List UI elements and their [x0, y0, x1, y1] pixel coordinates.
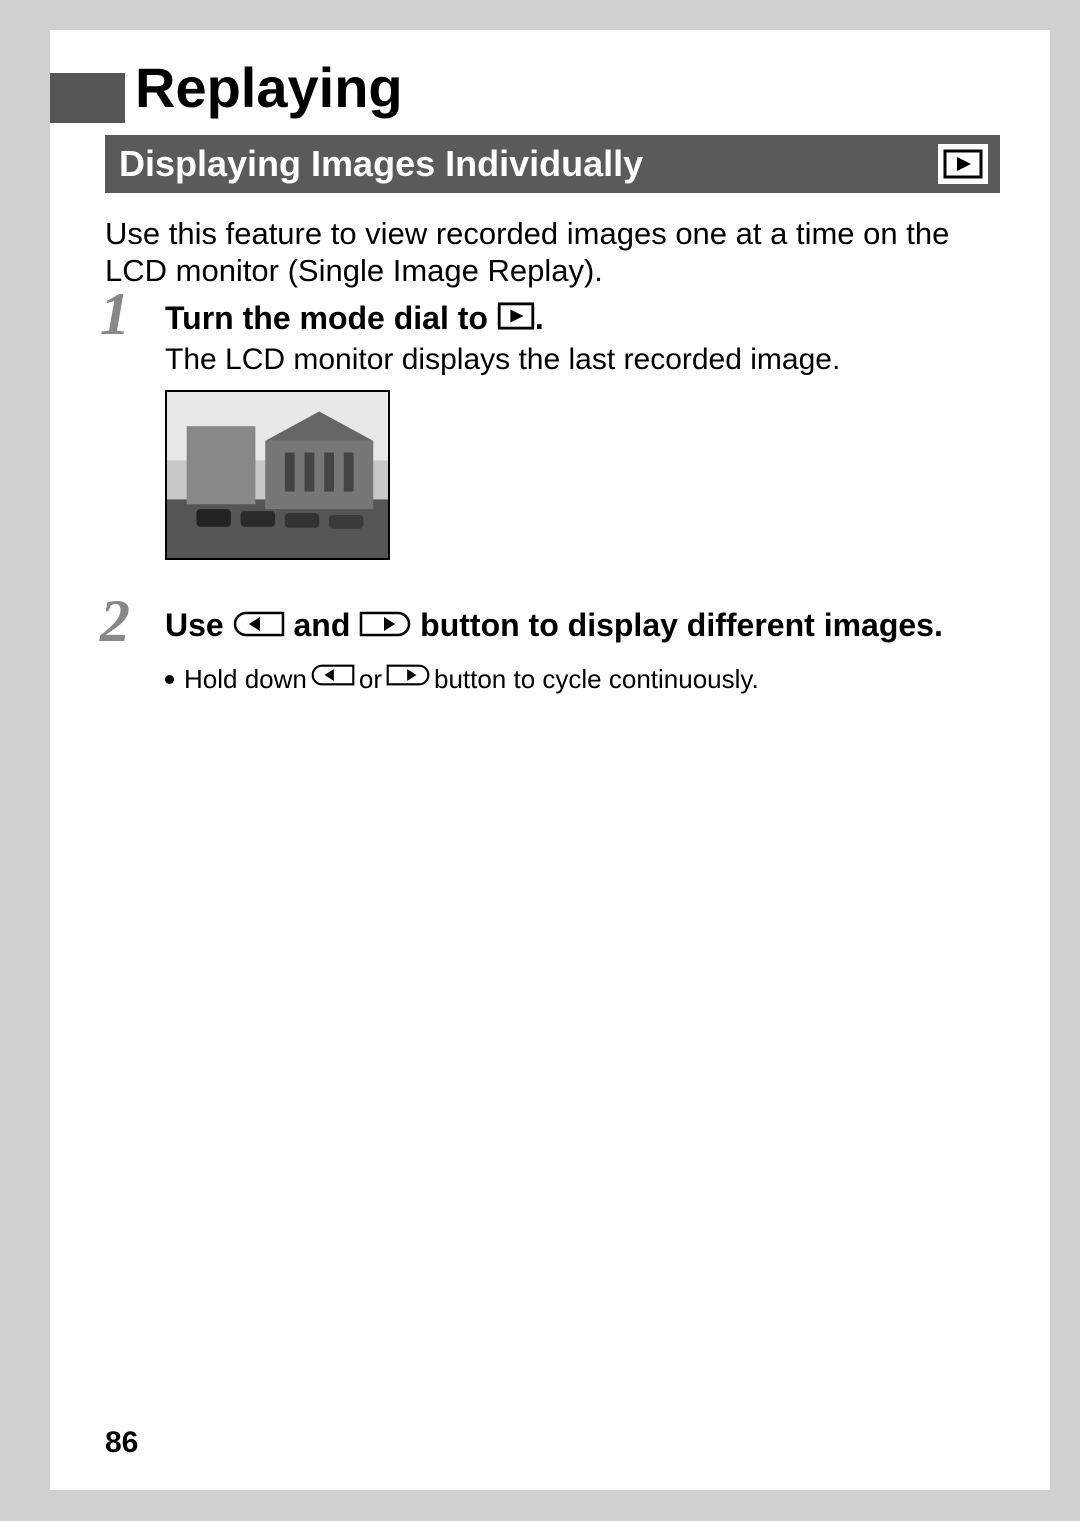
step-2-heading-part-c: button to display different images.	[411, 607, 943, 643]
playback-icon	[938, 144, 988, 184]
step-2-heading-part-a: Use	[165, 607, 233, 643]
lcd-example-image	[165, 390, 390, 560]
left-button-icon	[311, 662, 355, 693]
step-2-heading: Use and button to display different imag…	[165, 605, 1000, 648]
step-2-bullet-part-b: or	[359, 664, 382, 695]
step-1-heading: Turn the mode dial to .	[165, 298, 1000, 341]
step-2-bullet-part-a: Hold down	[184, 664, 307, 695]
chapter-title: Replaying	[135, 55, 403, 120]
left-button-icon	[233, 606, 285, 646]
page: Replaying Displaying Images Individually…	[50, 30, 1050, 1490]
step-1-heading-part-a: Turn the mode dial to	[165, 300, 497, 336]
right-button-icon	[386, 662, 430, 693]
step-1: 1 Turn the mode dial to . The LCD monito…	[105, 298, 1000, 377]
step-1-heading-part-b: .	[535, 300, 544, 336]
step-2-bullet-part-c: button to cycle continuously.	[434, 664, 759, 695]
page-number: 86	[105, 1426, 138, 1460]
step-1-desc: The LCD monitor displays the last record…	[165, 343, 1000, 377]
step-number: 2	[100, 587, 130, 656]
right-button-icon	[359, 606, 411, 646]
playback-icon	[497, 299, 535, 339]
bullet-icon	[165, 675, 174, 684]
step-number: 1	[100, 280, 130, 349]
section-header: Displaying Images Individually	[105, 135, 1000, 193]
section-title: Displaying Images Individually	[119, 143, 643, 185]
step-2: 2 Use and button to display different im…	[105, 605, 1000, 695]
chapter-bar	[50, 73, 125, 123]
intro-text: Use this feature to view recorded images…	[105, 215, 1000, 289]
step-2-heading-part-b: and	[285, 607, 360, 643]
step-2-bullet: Hold down or button to cycle continuousl…	[165, 664, 1000, 695]
